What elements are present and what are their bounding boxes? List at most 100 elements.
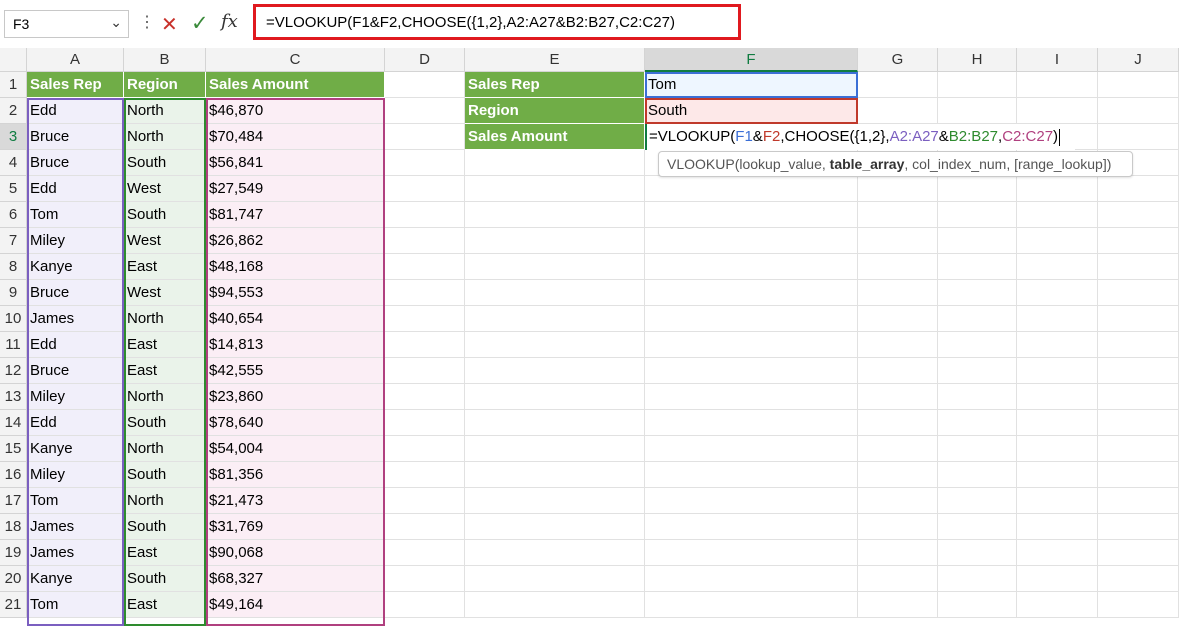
cell-f20[interactable] [645, 566, 858, 592]
cell-i10[interactable] [1017, 306, 1098, 332]
cell-i17[interactable] [1017, 488, 1098, 514]
cell-j11[interactable] [1098, 332, 1179, 358]
cell-c9[interactable]: $94,553 [206, 280, 385, 306]
cell-j6[interactable] [1098, 202, 1179, 228]
cell-a20[interactable]: Kanye [27, 566, 124, 592]
row-header-19[interactable]: 19 [0, 540, 27, 566]
cell-f16[interactable] [645, 462, 858, 488]
row-header-18[interactable]: 18 [0, 514, 27, 540]
cell-j5[interactable] [1098, 176, 1179, 202]
cell-c19[interactable]: $90,068 [206, 540, 385, 566]
cell-g11[interactable] [858, 332, 938, 358]
cell-d17[interactable] [385, 488, 465, 514]
cell-f6[interactable] [645, 202, 858, 228]
cell-b15[interactable]: North [124, 436, 206, 462]
cell-f7[interactable] [645, 228, 858, 254]
cell-a7[interactable]: Miley [27, 228, 124, 254]
cell-e12[interactable] [465, 358, 645, 384]
cell-c15[interactable]: $54,004 [206, 436, 385, 462]
cell-g13[interactable] [858, 384, 938, 410]
cell-a6[interactable]: Tom [27, 202, 124, 228]
tooltip-arg-current[interactable]: table_array [830, 156, 905, 172]
cell-d6[interactable] [385, 202, 465, 228]
cell-c20[interactable]: $68,327 [206, 566, 385, 592]
cell-f2[interactable]: South [645, 98, 858, 124]
enter-check-icon[interactable]: ✓ [191, 11, 209, 36]
cell-b14[interactable]: South [124, 410, 206, 436]
cell-h21[interactable] [938, 592, 1017, 618]
cancel-icon[interactable]: ✕ [161, 12, 178, 37]
column-header-e[interactable]: E [465, 48, 645, 72]
cell-b17[interactable]: North [124, 488, 206, 514]
cell-a19[interactable]: James [27, 540, 124, 566]
cell-d10[interactable] [385, 306, 465, 332]
cell-g21[interactable] [858, 592, 938, 618]
cell-h18[interactable] [938, 514, 1017, 540]
cell-c16[interactable]: $81,356 [206, 462, 385, 488]
cell-j8[interactable] [1098, 254, 1179, 280]
cell-e6[interactable] [465, 202, 645, 228]
cell-e19[interactable] [465, 540, 645, 566]
cell-d13[interactable] [385, 384, 465, 410]
cell-b13[interactable]: North [124, 384, 206, 410]
cell-a17[interactable]: Tom [27, 488, 124, 514]
cell-b20[interactable]: South [124, 566, 206, 592]
cell-a14[interactable]: Edd [27, 410, 124, 436]
cell-c2[interactable]: $46,870 [206, 98, 385, 124]
chevron-down-icon[interactable]: ⌄ [110, 14, 122, 31]
cell-f18[interactable] [645, 514, 858, 540]
cell-g7[interactable] [858, 228, 938, 254]
row-header-8[interactable]: 8 [0, 254, 27, 280]
cell-a13[interactable]: Miley [27, 384, 124, 410]
cell-editor-f3[interactable]: =VLOOKUP(F1&F2,CHOOSE({1,2},A2:A27&B2:B2… [645, 124, 1075, 150]
cell-f21[interactable] [645, 592, 858, 618]
cell-g14[interactable] [858, 410, 938, 436]
cell-c7[interactable]: $26,862 [206, 228, 385, 254]
row-header-1[interactable]: 1 [0, 72, 27, 98]
cell-e21[interactable] [465, 592, 645, 618]
cell-a18[interactable]: James [27, 514, 124, 540]
cell-g1[interactable] [858, 72, 938, 98]
cell-d9[interactable] [385, 280, 465, 306]
cell-d20[interactable] [385, 566, 465, 592]
cell-e11[interactable] [465, 332, 645, 358]
cell-j20[interactable] [1098, 566, 1179, 592]
cell-e7[interactable] [465, 228, 645, 254]
cell-j16[interactable] [1098, 462, 1179, 488]
cell-d4[interactable] [385, 150, 465, 176]
cell-i6[interactable] [1017, 202, 1098, 228]
cell-c13[interactable]: $23,860 [206, 384, 385, 410]
cell-h9[interactable] [938, 280, 1017, 306]
cell-e8[interactable] [465, 254, 645, 280]
tooltip-fn[interactable]: VLOOKUP( [667, 156, 739, 172]
cell-g10[interactable] [858, 306, 938, 332]
cell-e13[interactable] [465, 384, 645, 410]
cell-j13[interactable] [1098, 384, 1179, 410]
cell-h10[interactable] [938, 306, 1017, 332]
cell-b16[interactable]: South [124, 462, 206, 488]
column-header-a[interactable]: A [27, 48, 124, 72]
cell-i11[interactable] [1017, 332, 1098, 358]
cell-c21[interactable]: $49,164 [206, 592, 385, 618]
cell-b18[interactable]: South [124, 514, 206, 540]
cell-b21[interactable]: East [124, 592, 206, 618]
cell-d16[interactable] [385, 462, 465, 488]
cell-h20[interactable] [938, 566, 1017, 592]
cell-c17[interactable]: $21,473 [206, 488, 385, 514]
cell-h16[interactable] [938, 462, 1017, 488]
cell-a16[interactable]: Miley [27, 462, 124, 488]
row-header-14[interactable]: 14 [0, 410, 27, 436]
cell-a8[interactable]: Kanye [27, 254, 124, 280]
cell-j15[interactable] [1098, 436, 1179, 462]
cell-i5[interactable] [1017, 176, 1098, 202]
cell-i7[interactable] [1017, 228, 1098, 254]
cell-d12[interactable] [385, 358, 465, 384]
row-header-2[interactable]: 2 [0, 98, 27, 124]
cell-j9[interactable] [1098, 280, 1179, 306]
column-header-g[interactable]: G [858, 48, 938, 72]
cell-e17[interactable] [465, 488, 645, 514]
cell-i21[interactable] [1017, 592, 1098, 618]
cell-b6[interactable]: South [124, 202, 206, 228]
cell-c5[interactable]: $27,549 [206, 176, 385, 202]
cell-a4[interactable]: Bruce [27, 150, 124, 176]
